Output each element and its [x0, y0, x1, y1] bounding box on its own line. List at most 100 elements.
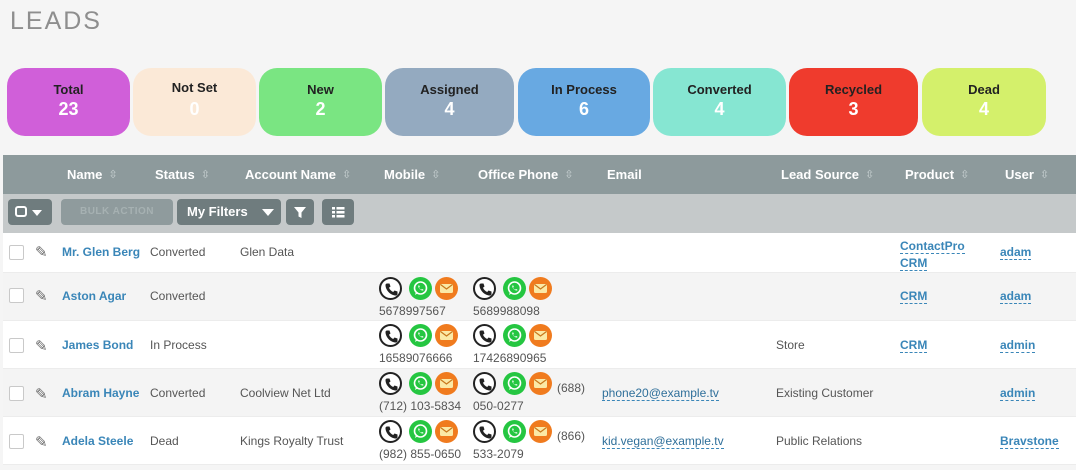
tile-label: Recycled: [824, 82, 883, 97]
tile-count: 23: [58, 99, 79, 119]
product-link[interactable]: ContactPro CRM: [900, 238, 970, 272]
phone-icon[interactable]: [379, 420, 402, 443]
row-checkbox[interactable]: [9, 386, 24, 401]
tile-in-process[interactable]: In Process 6: [518, 68, 650, 136]
sort-icon[interactable]: ⇳: [564, 168, 573, 181]
sms-icon[interactable]: [529, 277, 552, 300]
pencil-icon[interactable]: ✎: [35, 433, 48, 451]
user-link[interactable]: adam: [1000, 289, 1032, 304]
col-name[interactable]: Name ⇳: [67, 167, 118, 182]
row-checkbox[interactable]: [9, 338, 24, 353]
whatsapp-icon[interactable]: [409, 420, 432, 443]
tile-label: Converted: [687, 82, 752, 97]
tile-converted[interactable]: Converted 4: [653, 68, 786, 136]
office-number: 5689988098: [473, 304, 540, 318]
lead-name[interactable]: Mr. Glen Berg: [62, 245, 140, 259]
tile-not-set[interactable]: Not Set 0: [133, 68, 256, 136]
account-name: Coolview Net Ltd: [240, 386, 331, 400]
tile-new[interactable]: New 2: [259, 68, 382, 136]
sms-icon[interactable]: [435, 277, 458, 300]
tile-label: Assigned: [420, 82, 479, 97]
tile-label: New: [307, 82, 334, 97]
col-status[interactable]: Status ⇳: [155, 167, 210, 182]
sms-icon[interactable]: [435, 324, 458, 347]
product-link[interactable]: CRM: [900, 338, 928, 353]
sms-icon[interactable]: [529, 372, 552, 395]
phone-icon[interactable]: [379, 324, 402, 347]
col-account-name[interactable]: Account Name ⇳: [245, 167, 351, 182]
phone-icon[interactable]: [379, 372, 402, 395]
whatsapp-icon[interactable]: [503, 324, 526, 347]
leads-table: Name ⇳ Status ⇳ Account Name ⇳ Mobile ⇳ Offi…: [3, 155, 1076, 465]
table-row: ✎ Abram Hayne Converted Coolview Net Ltd…: [3, 369, 1076, 417]
user-link[interactable]: admin: [1000, 338, 1036, 353]
pencil-icon[interactable]: ✎: [35, 243, 48, 261]
pencil-icon[interactable]: ✎: [35, 385, 48, 403]
row-checkbox[interactable]: [9, 288, 24, 303]
phone-icon[interactable]: [473, 277, 496, 300]
sms-icon[interactable]: [529, 324, 552, 347]
whatsapp-icon[interactable]: [503, 372, 526, 395]
col-office-phone[interactable]: Office Phone ⇳: [478, 167, 573, 182]
lead-name[interactable]: Adela Steele: [62, 434, 133, 448]
row-checkbox[interactable]: [9, 245, 24, 260]
mobile-number: (982) 855-0650: [379, 447, 462, 461]
office-actions: [473, 420, 553, 444]
email-link[interactable]: phone20@example.tv: [602, 386, 719, 401]
whatsapp-icon[interactable]: [409, 372, 432, 395]
lead-status: In Process: [150, 338, 207, 352]
sort-icon[interactable]: ⇳: [865, 168, 874, 181]
product-link[interactable]: CRM: [900, 289, 928, 304]
phone-icon[interactable]: [473, 420, 496, 443]
tile-label: Not Set: [171, 80, 218, 95]
sort-icon[interactable]: ⇳: [1040, 168, 1049, 181]
table-toolbar: BULK ACTION My Filters: [3, 194, 1076, 233]
sms-icon[interactable]: [435, 420, 458, 443]
lead-source: Existing Customer: [776, 386, 874, 400]
whatsapp-icon[interactable]: [409, 324, 432, 347]
sort-icon[interactable]: ⇳: [960, 168, 969, 181]
pencil-icon[interactable]: ✎: [35, 287, 48, 305]
sort-icon[interactable]: ⇳: [342, 168, 351, 181]
col-email[interactable]: Email: [607, 167, 642, 182]
phone-icon[interactable]: [473, 324, 496, 347]
tile-assigned[interactable]: Assigned 4: [385, 68, 514, 136]
sms-icon[interactable]: [435, 372, 458, 395]
sms-icon[interactable]: [529, 420, 552, 443]
table-row: ✎ Aston Agar Converted 5678997567 568998…: [3, 273, 1076, 321]
sort-icon[interactable]: ⇳: [431, 168, 440, 181]
leads-page: LEADS Total 23 Not Set 0 New 2 Assigned …: [0, 0, 1076, 470]
phone-icon[interactable]: [473, 372, 496, 395]
col-user[interactable]: User ⇳: [1005, 167, 1049, 182]
sort-icon[interactable]: ⇳: [108, 168, 117, 181]
phone-icon[interactable]: [379, 277, 402, 300]
page-title: LEADS: [10, 7, 102, 35]
tile-total[interactable]: Total 23: [7, 68, 130, 136]
tile-count: 2: [315, 99, 326, 119]
user-link[interactable]: adam: [1000, 245, 1032, 260]
funnel-icon[interactable]: [286, 199, 314, 225]
table-row: ✎ Adela Steele Dead Kings Royalty Trust …: [3, 417, 1076, 465]
whatsapp-icon[interactable]: [503, 277, 526, 300]
row-checkbox[interactable]: [9, 434, 24, 449]
col-mobile[interactable]: Mobile ⇳: [384, 167, 440, 182]
pencil-icon[interactable]: ✎: [35, 337, 48, 355]
sort-icon[interactable]: ⇳: [201, 168, 210, 181]
col-product[interactable]: Product ⇳: [905, 167, 969, 182]
email-link[interactable]: kid.vegan@example.tv: [602, 434, 724, 449]
tile-count: 4: [978, 99, 989, 119]
my-filters-dropdown[interactable]: My Filters: [177, 199, 281, 225]
tile-recycled[interactable]: Recycled 3: [789, 68, 918, 136]
whatsapp-icon[interactable]: [503, 420, 526, 443]
tile-dead[interactable]: Dead 4: [922, 68, 1046, 136]
bulk-action-button[interactable]: BULK ACTION: [61, 199, 173, 225]
whatsapp-icon[interactable]: [409, 277, 432, 300]
col-lead-source[interactable]: Lead Source ⇳: [781, 167, 874, 182]
lead-name[interactable]: Abram Hayne: [62, 386, 139, 400]
columns-icon[interactable]: [322, 199, 354, 225]
select-all-dropdown[interactable]: [8, 199, 52, 225]
user-link[interactable]: Bravstone: [1000, 434, 1059, 449]
lead-name[interactable]: James Bond: [62, 338, 133, 352]
user-link[interactable]: admin: [1000, 386, 1036, 401]
lead-name[interactable]: Aston Agar: [62, 289, 126, 303]
